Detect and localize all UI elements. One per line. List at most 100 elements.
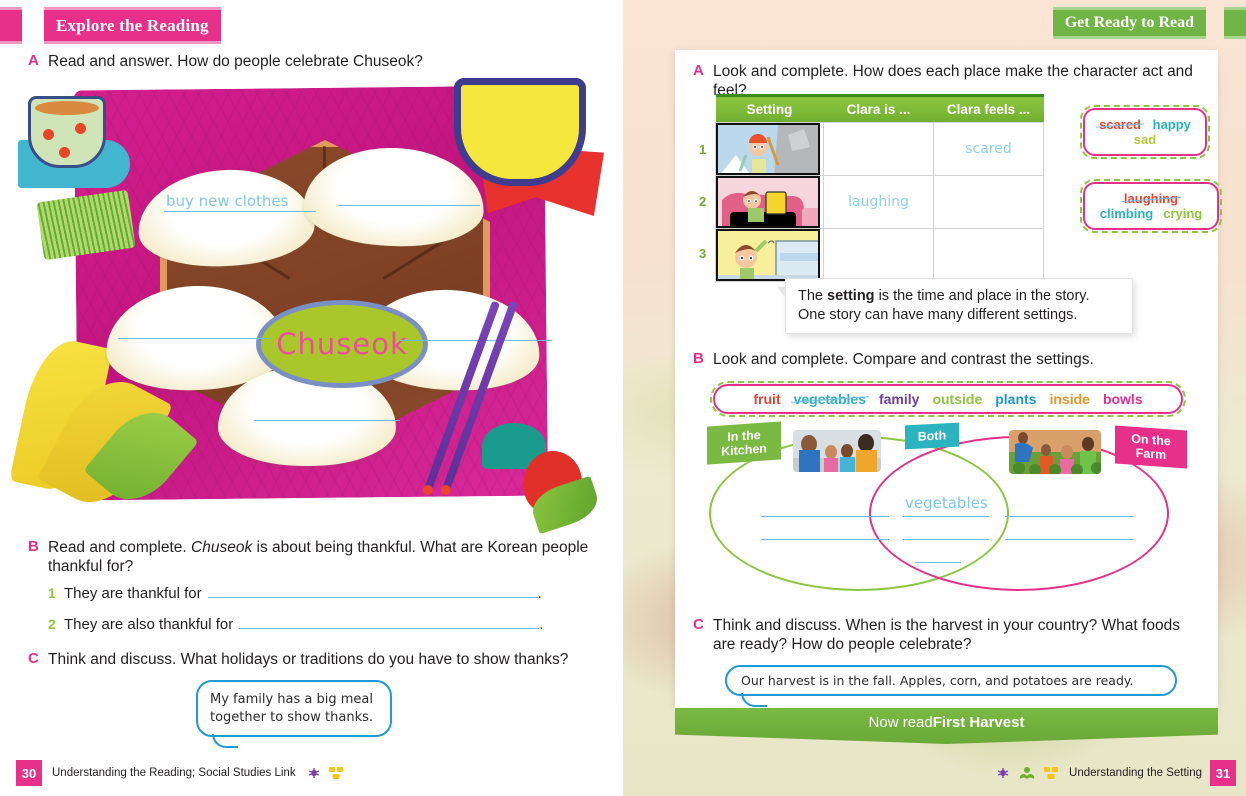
bank-word-fruit: fruit — [753, 391, 781, 407]
section-letter-c: C — [28, 650, 39, 667]
word-crying: crying — [1163, 206, 1203, 221]
get-ready-to-read-banner: Get Ready to Read — [1052, 7, 1206, 39]
clara-feels-cell-2[interactable] — [933, 175, 1044, 229]
kitchen-family-photo — [793, 430, 881, 472]
bank-word-plants: plants — [995, 391, 1037, 407]
setting-table: Setting Clara is ... Clara feels ... sca… — [715, 94, 1044, 282]
teacup-flower-2 — [75, 123, 86, 134]
right-footer-text: Understanding the Setting — [1069, 767, 1202, 779]
r-section-letter-b: B — [693, 350, 704, 367]
chuseok-center-oval: Chuseok — [256, 300, 428, 388]
r-section-b-prompt: Look and complete. Compare and contrast … — [713, 351, 1094, 368]
answer-line-5[interactable] — [254, 420, 400, 421]
item-number-2: 2 — [48, 616, 56, 632]
bank-word-inside: inside — [1049, 391, 1090, 407]
item-number-1: 1 — [48, 585, 56, 601]
bank-word-vegetables: vegetables — [793, 391, 866, 407]
left-footer-text: Understanding the Reading; Social Studie… — [52, 767, 296, 779]
answer-line-4[interactable] — [400, 340, 552, 341]
tip-bold: setting — [827, 288, 875, 304]
right-section-c-heading: C Think and discuss. When is the harvest… — [693, 616, 1193, 655]
answer-line-2[interactable] — [338, 205, 480, 206]
left-section-b-heading: B Read and complete. Chuseok is about be… — [28, 538, 594, 577]
venn-left-line-1[interactable] — [761, 516, 889, 517]
venn-right-line-1[interactable] — [1005, 516, 1133, 517]
right-section-b-heading: B Look and complete. Compare and contras… — [693, 350, 1213, 369]
clara-feels-cell-1[interactable]: scared — [933, 122, 1044, 176]
venn-label-both: Both — [905, 422, 959, 450]
answer-handwritten-1: buy new clothes — [166, 192, 289, 210]
answer-line-1[interactable] — [164, 211, 316, 212]
word-laughing: laughing — [1123, 191, 1179, 206]
section-letter-b: B — [28, 538, 39, 555]
setting-cell-2 — [715, 175, 824, 229]
clara-is-cell-3[interactable] — [823, 228, 934, 282]
th-setting: Setting — [715, 94, 824, 123]
open-book-icon — [1019, 765, 1035, 781]
blocks-icon — [328, 765, 344, 781]
r-section-letter-c: C — [693, 616, 704, 633]
item-text-1: They are thankful for — [64, 585, 202, 602]
venn-right-line-2[interactable] — [1005, 539, 1133, 540]
venn-center-line-2[interactable] — [903, 539, 989, 540]
period-1: . — [537, 585, 542, 602]
left-section-a-heading: A Read and answer. How do people celebra… — [28, 52, 608, 71]
tip-line-2: One story can have many different settin… — [798, 307, 1078, 324]
now-read-title: First Harvest — [932, 714, 1025, 731]
b-answer-line-2[interactable] — [239, 615, 540, 629]
table-header-row: Setting Clara is ... Clara feels ... — [715, 94, 1044, 123]
clara-feels-cell-3[interactable] — [933, 228, 1044, 282]
page-number-right: 31 — [1210, 760, 1236, 786]
page-number-left: 30 — [16, 760, 42, 786]
sofa-reading-panel — [716, 176, 820, 228]
explore-the-reading-banner: Explore the Reading — [44, 7, 221, 44]
right-content-card: A Look and complete. How does each place… — [675, 50, 1222, 708]
chuseok-label: Chuseok — [276, 327, 408, 361]
word-scared: scared — [1099, 117, 1141, 132]
table-row: scared — [715, 122, 1044, 176]
book-spread: Explore the Reading A Read and answer. H… — [0, 0, 1246, 796]
left-b-item-1: 1 They are thankful for . — [48, 584, 588, 604]
row-number-1: 1 — [699, 142, 707, 157]
venn-left-line-2[interactable] — [761, 539, 889, 540]
bug-icon — [995, 765, 1011, 781]
banner-label: Explore the Reading — [56, 15, 209, 35]
bank-word-bowls: bowls — [1102, 391, 1143, 407]
section-letter-a: A — [28, 52, 39, 69]
bank-word-family: family — [878, 391, 920, 407]
b-answer-line-1[interactable] — [207, 584, 538, 598]
section-b-prompt-italic: Chuseok — [191, 539, 253, 556]
section-b-prompt: Read and complete. Chuseok is about bein… — [48, 538, 594, 577]
right-page: Get Ready to Read A Look and complete. H… — [623, 0, 1246, 796]
clara-is-cell-1[interactable] — [823, 122, 934, 176]
row-number-2: 2 — [699, 194, 707, 209]
right-speech-bubble: Our harvest is in the fall. Apples, corn… — [725, 665, 1177, 707]
right-banner-label: Get Ready to Read — [1064, 14, 1194, 31]
tip-line-1: The setting is the time and place in the… — [798, 287, 1120, 306]
kitchen-window-panel — [716, 229, 820, 281]
setting-cell-3 — [715, 228, 824, 282]
right-bubble-tail — [741, 693, 767, 707]
mountain-climbing-panel — [716, 123, 820, 175]
answer-line-3[interactable] — [118, 338, 270, 339]
venn-label-kitchen: In the Kitchen — [707, 421, 781, 465]
teacup-flower-1 — [43, 129, 54, 140]
word-bank: fruit vegetables family outside plants i… — [710, 381, 1186, 417]
section-b-prompt-part1: Read and complete. — [48, 539, 192, 556]
word-box-feelings: scared happy sad — [1080, 105, 1210, 159]
row-number-3: 3 — [699, 246, 707, 261]
green-teacup — [28, 96, 106, 168]
left-footer: 30 Understanding the Reading; Social Stu… — [16, 760, 344, 786]
bubble-line-1: My family has a big meal — [210, 692, 373, 707]
bubble-tail — [212, 734, 238, 749]
venn-center-line-3[interactable] — [915, 562, 961, 563]
setting-cell-1 — [715, 122, 824, 176]
section-c-prompt: Think and discuss. What holidays or trad… — [48, 651, 569, 668]
table-row: laughing — [715, 175, 1044, 229]
word-climbing: climbing — [1099, 206, 1154, 221]
r-section-c-prompt: Think and discuss. When is the harvest i… — [713, 617, 1180, 654]
venn-center-line-1[interactable] — [903, 516, 989, 517]
item-text-2: They are also thankful for — [64, 616, 234, 633]
now-read-pre: Now read — [868, 714, 933, 731]
clara-is-cell-2[interactable]: laughing — [823, 175, 934, 229]
